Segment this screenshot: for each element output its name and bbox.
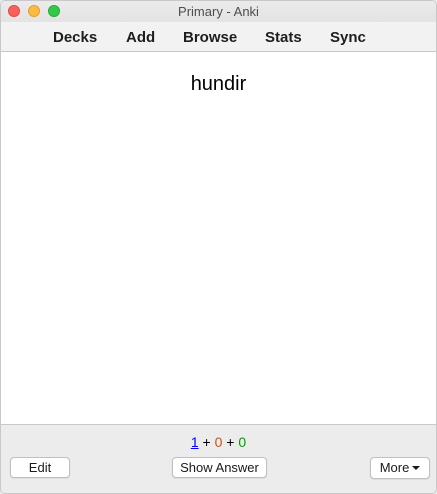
count-separator: +	[202, 434, 211, 450]
window-title: Primary - Anki	[178, 4, 259, 19]
more-button[interactable]: More	[370, 457, 430, 479]
toolbar-sync-link[interactable]: Sync	[330, 29, 366, 46]
edit-button-label: Edit	[28, 460, 52, 475]
new-count[interactable]: 1	[191, 434, 199, 450]
card-front-text: hundir	[190, 73, 247, 95]
edit-button[interactable]: Edit	[10, 457, 70, 478]
main-toolbar: Decks Add Browse Stats Sync	[1, 22, 436, 52]
anki-window: Primary - Anki Decks Add Browse Stats Sy…	[0, 0, 437, 494]
toolbar-decks-link[interactable]: Decks	[53, 29, 97, 46]
show-answer-button[interactable]: Show Answer	[172, 457, 267, 478]
answer-bar: 1 + 0 + 0 Edit Show Answer More	[1, 425, 436, 493]
toolbar-browse-link[interactable]: Browse	[183, 29, 237, 46]
card-review-area: hundir	[1, 52, 436, 425]
count-separator: +	[226, 434, 235, 450]
chevron-down-icon	[412, 465, 421, 470]
learning-count: 0	[214, 434, 223, 450]
title-bar[interactable]: Primary - Anki	[1, 1, 436, 22]
toolbar-add-link[interactable]: Add	[126, 29, 155, 46]
review-count: 0	[238, 434, 247, 450]
toolbar-stats-link[interactable]: Stats	[265, 29, 302, 46]
more-button-label: More	[379, 460, 410, 475]
due-counts: 1 + 0 + 0	[1, 434, 436, 450]
show-answer-button-label: Show Answer	[180, 460, 259, 475]
